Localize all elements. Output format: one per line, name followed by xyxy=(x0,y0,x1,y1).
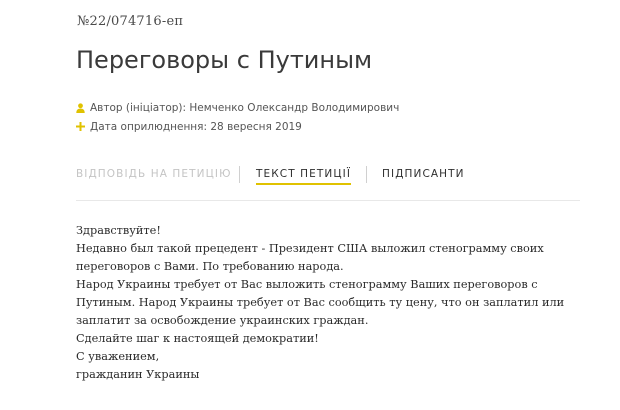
tab-response-label: ВІДПОВІДЬ НА ПЕТИЦІЮ xyxy=(76,168,232,180)
tab-response[interactable]: ВІДПОВІДЬ НА ПЕТИЦІЮ xyxy=(76,168,232,180)
author-name: Немченко Олександр Володимирович xyxy=(189,101,400,114)
petition-text-line: Народ Украины требует от Вас выложить ст… xyxy=(76,278,565,327)
date-label: Дата оприлюднення: xyxy=(90,120,211,133)
petition-number: №22/074716-еп xyxy=(77,14,184,29)
petition-page: №22/074716-еп Переговоры с Путиным Автор… xyxy=(0,0,620,410)
tab-signers[interactable]: ПІДПИСАНТИ xyxy=(382,168,465,180)
tab-petition-text-label: ТЕКСТ ПЕТИЦІЇ xyxy=(256,168,352,180)
petition-text-line: Здравствуйте! xyxy=(76,224,161,237)
tab-divider xyxy=(366,166,367,183)
petition-tabs: ВІДПОВІДЬ НА ПЕТИЦІЮ ТЕКСТ ПЕТИЦІЇ ПІДПИ… xyxy=(76,160,580,190)
user-icon xyxy=(76,102,89,113)
date-row: Дата оприлюднення: 28 вересня 2019 xyxy=(76,117,399,136)
tab-petition-text[interactable]: ТЕКСТ ПЕТИЦІЇ xyxy=(256,168,352,185)
active-tab-indicator xyxy=(256,183,352,185)
tab-signers-label: ПІДПИСАНТИ xyxy=(382,168,465,180)
petition-text-line: Сделайте шаг к настоящей демократии! xyxy=(76,332,319,345)
petition-meta: Автор (ініціатор): Немченко Олександр Во… xyxy=(76,98,399,136)
publication-date: 28 вересня 2019 xyxy=(210,120,302,133)
tab-divider xyxy=(239,166,240,183)
petition-text-line: гражданин Украины xyxy=(76,368,200,381)
petition-text-line: С уважением, xyxy=(76,350,160,363)
petition-text: Здравствуйте! Недавно был такой прецеден… xyxy=(76,222,586,384)
author-row: Автор (ініціатор): Немченко Олександр Во… xyxy=(76,98,399,117)
author-label: Автор (ініціатор): xyxy=(90,101,190,114)
petition-text-line: Недавно был такой прецедент - Президент … xyxy=(76,242,544,273)
page-title: Переговоры с Путиным xyxy=(76,46,373,74)
plus-icon xyxy=(76,122,89,131)
tabs-divider xyxy=(76,200,580,201)
